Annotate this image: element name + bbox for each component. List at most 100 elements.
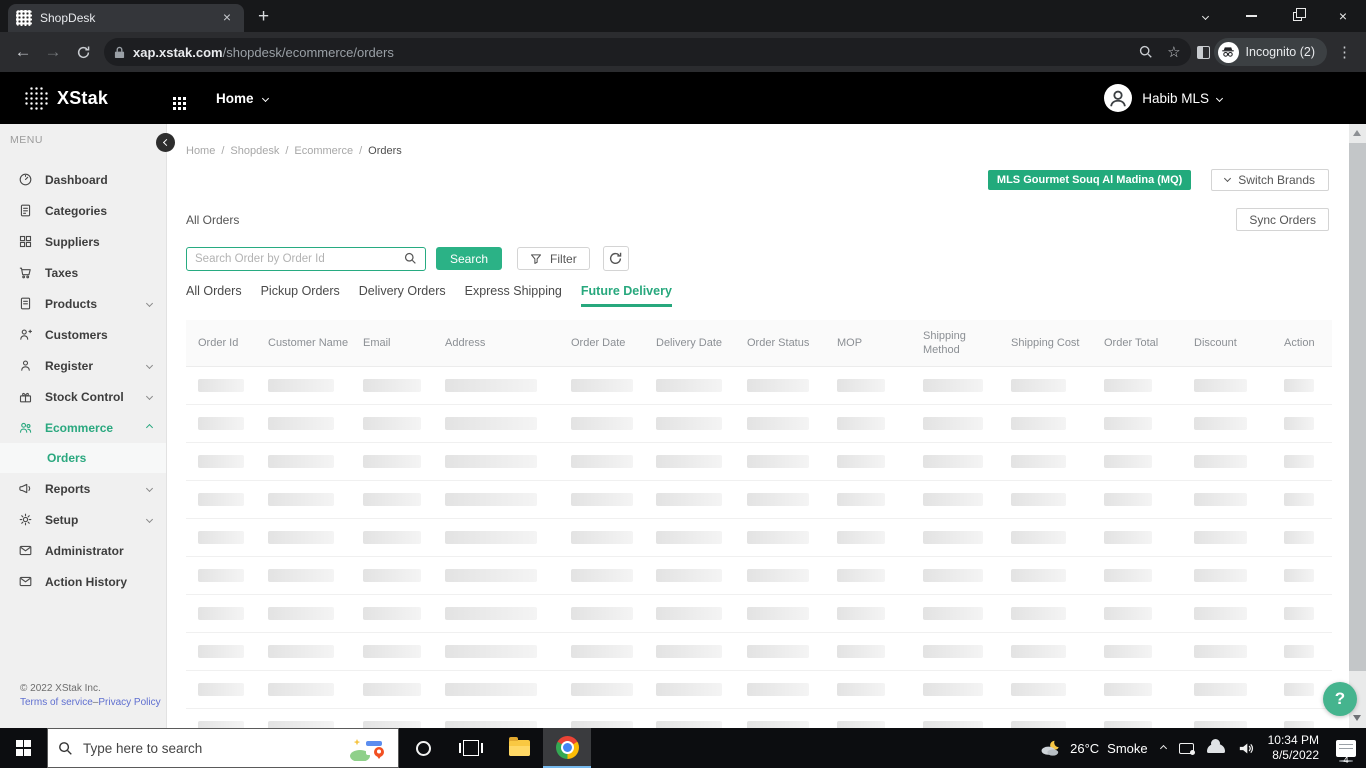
search-highlight-widget-icon[interactable] bbox=[350, 735, 388, 761]
skeleton-cell bbox=[837, 379, 923, 392]
taskbar-search-input[interactable] bbox=[83, 740, 340, 756]
skeleton-cell bbox=[363, 721, 445, 728]
tab-search-icon[interactable] bbox=[1182, 0, 1228, 32]
skeleton-cell bbox=[571, 493, 656, 506]
shopdesk-favicon bbox=[16, 10, 32, 26]
order-search-input[interactable] bbox=[195, 252, 404, 265]
breadcrumb-shopdesk[interactable]: Shopdesk bbox=[230, 145, 279, 157]
skeleton-cell bbox=[445, 721, 571, 728]
incognito-badge[interactable]: Incognito (2) bbox=[1213, 38, 1327, 66]
onedrive-cloud-icon[interactable] bbox=[1206, 738, 1225, 753]
tab-all-orders[interactable]: All Orders bbox=[186, 284, 242, 307]
sidebar-item-categories[interactable]: Categories bbox=[0, 195, 166, 226]
sidebar-collapse-button[interactable] bbox=[156, 133, 175, 152]
skeleton-cell bbox=[445, 455, 571, 468]
vertical-scrollbar[interactable] bbox=[1349, 124, 1366, 728]
sidebar-item-suppliers[interactable]: Suppliers bbox=[0, 226, 166, 257]
sidebar-item-customers[interactable]: Customers bbox=[0, 319, 166, 350]
tab-future-delivery[interactable]: Future Delivery bbox=[580, 284, 672, 307]
skeleton-cell bbox=[363, 607, 445, 620]
switch-brands-button[interactable]: Switch Brands bbox=[1211, 169, 1329, 191]
chrome-taskbar-button[interactable] bbox=[543, 728, 591, 768]
skeleton-cell bbox=[747, 645, 837, 658]
copyright-text: © 2022 XStak Inc. bbox=[20, 683, 101, 694]
brand-name[interactable]: XStak bbox=[57, 88, 108, 109]
sidebar-item-setup[interactable]: Setup bbox=[0, 504, 166, 535]
orders-table: Order Id Customer Name Email Address Ord… bbox=[186, 320, 1332, 728]
sidebar-subitem-orders[interactable]: Orders bbox=[0, 443, 166, 473]
file-explorer-button[interactable] bbox=[495, 728, 543, 768]
sidebar-item-administrator[interactable]: Administrator bbox=[0, 535, 166, 566]
restore-button[interactable] bbox=[1274, 0, 1320, 32]
browser-tab[interactable]: ShopDesk × bbox=[8, 4, 244, 32]
meet-now-icon[interactable] bbox=[1178, 742, 1195, 755]
scrollbar-thumb[interactable] bbox=[1349, 143, 1366, 671]
tab-pickup-orders[interactable]: Pickup Orders bbox=[261, 284, 340, 307]
user-menu[interactable]: Habib MLS bbox=[1104, 84, 1224, 112]
task-view-button[interactable] bbox=[447, 728, 495, 768]
minimize-button[interactable] bbox=[1228, 0, 1274, 32]
speaker-icon[interactable] bbox=[1238, 741, 1255, 756]
windows-logo-icon bbox=[15, 740, 32, 756]
sidebar-item-products[interactable]: Products bbox=[0, 288, 166, 319]
address-bar[interactable]: xap.xstak.com/shopdesk/ecommerce/orders … bbox=[104, 38, 1191, 66]
scroll-up-icon[interactable] bbox=[1353, 130, 1361, 136]
skeleton-cell bbox=[571, 379, 656, 392]
help-button[interactable]: ? bbox=[1323, 682, 1357, 716]
new-tab-button[interactable]: + bbox=[258, 6, 269, 32]
filter-button[interactable]: Filter bbox=[517, 247, 590, 270]
sidebar-item-reports[interactable]: Reports bbox=[0, 473, 166, 504]
weather-widget[interactable]: 26°C Smoke bbox=[1040, 739, 1148, 757]
skeleton-cell bbox=[268, 455, 363, 468]
skeleton-cell bbox=[1284, 493, 1332, 506]
notification-center-icon[interactable]: 4 bbox=[1336, 739, 1356, 766]
skeleton-cell bbox=[923, 607, 1011, 620]
tab-delivery-orders[interactable]: Delivery Orders bbox=[359, 284, 446, 307]
start-button[interactable] bbox=[0, 728, 47, 768]
sidebar: MENU Dashboard Categories Suppliers Taxe… bbox=[0, 124, 175, 728]
skeleton-cell bbox=[363, 569, 445, 582]
scroll-down-icon[interactable] bbox=[1353, 715, 1361, 721]
sidebar-item-stock-control[interactable]: Stock Control bbox=[0, 381, 166, 412]
tab-express-shipping[interactable]: Express Shipping bbox=[465, 284, 562, 307]
breadcrumb-home[interactable]: Home bbox=[186, 145, 215, 157]
chevron-down-icon bbox=[261, 94, 269, 102]
order-search-box[interactable] bbox=[186, 246, 426, 271]
user-name: Habib MLS bbox=[1142, 90, 1209, 106]
skeleton-cell bbox=[923, 645, 1011, 658]
skeleton-cell bbox=[656, 607, 747, 620]
sync-orders-button[interactable]: Sync Orders bbox=[1236, 208, 1329, 231]
side-panel-icon[interactable] bbox=[1196, 45, 1210, 59]
browser-menu-icon[interactable]: ⋮ bbox=[1337, 43, 1352, 61]
suppliers-icon bbox=[18, 234, 33, 249]
sidebar-item-dashboard[interactable]: Dashboard bbox=[0, 164, 166, 195]
privacy-link[interactable]: Privacy Policy bbox=[98, 697, 160, 708]
sidebar-item-action-history[interactable]: Action History bbox=[0, 566, 166, 597]
page-title: All Orders bbox=[186, 212, 240, 227]
hidden-icons-chevron[interactable] bbox=[1159, 744, 1167, 752]
terms-link[interactable]: Terms of service bbox=[20, 697, 93, 708]
skeleton-cell bbox=[837, 607, 923, 620]
back-icon[interactable]: ← bbox=[8, 37, 38, 67]
zoom-icon[interactable] bbox=[1139, 45, 1153, 59]
refresh-button[interactable] bbox=[602, 246, 629, 271]
skeleton-cell bbox=[1284, 531, 1332, 544]
reload-icon[interactable] bbox=[68, 37, 98, 67]
cortana-button[interactable] bbox=[399, 728, 447, 768]
sidebar-item-ecommerce[interactable]: Ecommerce bbox=[0, 412, 166, 443]
sidebar-item-register[interactable]: Register bbox=[0, 350, 166, 381]
skeleton-cell bbox=[923, 569, 1011, 582]
bookmark-star-icon[interactable]: ☆ bbox=[1167, 43, 1180, 61]
home-menu[interactable]: Home bbox=[216, 91, 269, 106]
skeleton-cell bbox=[656, 455, 747, 468]
sidebar-item-taxes[interactable]: Taxes bbox=[0, 257, 166, 288]
close-button[interactable]: × bbox=[1320, 0, 1366, 32]
taskbar-search-box[interactable] bbox=[47, 728, 399, 768]
windows-taskbar: 26°C Smoke 10:34 PM 8/5/2022 4 bbox=[0, 728, 1366, 768]
tab-close-icon[interactable]: × bbox=[218, 9, 236, 27]
breadcrumb-ecommerce[interactable]: Ecommerce bbox=[294, 145, 353, 157]
forward-icon[interactable]: → bbox=[38, 37, 68, 67]
taskbar-clock[interactable]: 10:34 PM 8/5/2022 bbox=[1268, 733, 1319, 763]
apps-grid-icon[interactable] bbox=[173, 96, 177, 100]
search-button[interactable]: Search bbox=[436, 247, 503, 270]
